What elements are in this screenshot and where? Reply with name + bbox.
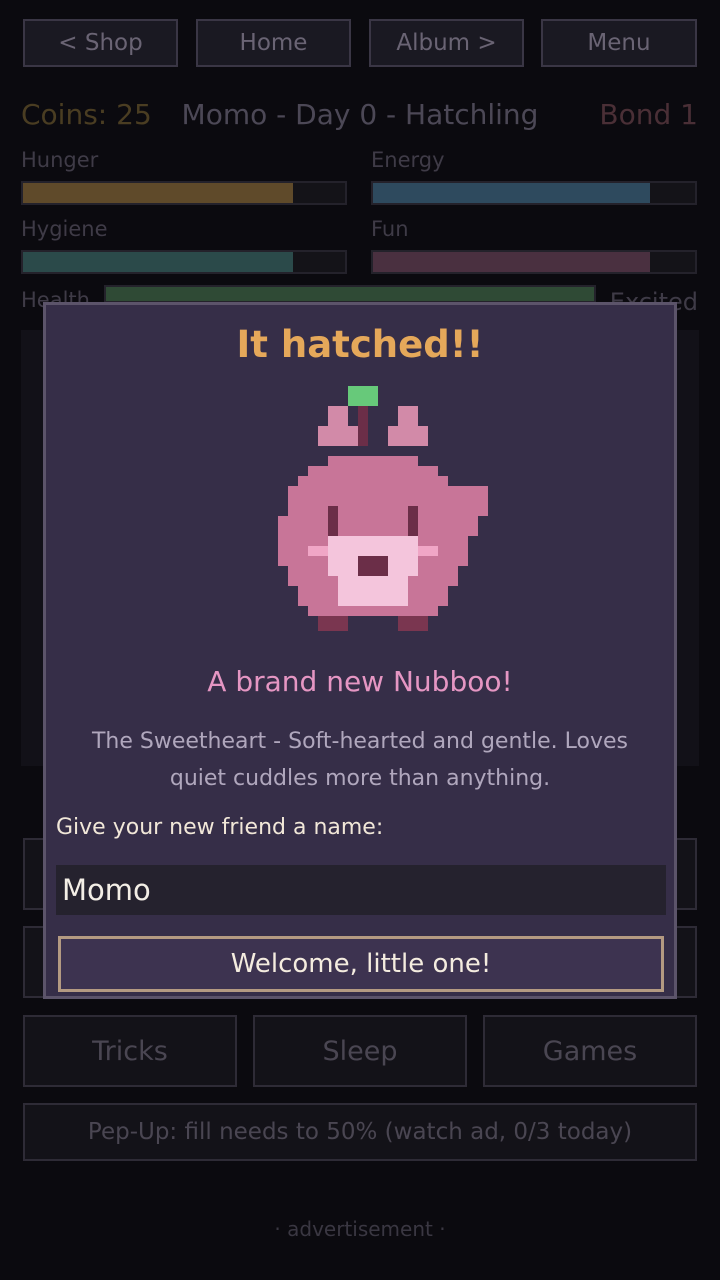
pep-up-button[interactable]: Pep-Up: fill needs to 50% (watch ad, 0/3…	[23, 1103, 697, 1161]
fun-bar	[371, 250, 697, 274]
advertisement-label: · advertisement ·	[274, 1217, 446, 1241]
hatch-dialog: It hatched!! A brand new Nubboo! The Swe…	[43, 302, 677, 999]
welcome-button[interactable]: Welcome, little one!	[58, 936, 664, 992]
energy-label: Energy	[371, 148, 445, 172]
hygiene-bar	[21, 250, 347, 274]
health-bar	[104, 285, 596, 303]
shop-button[interactable]: < Shop	[23, 19, 178, 67]
dialog-subtitle: A brand new Nubboo!	[207, 665, 513, 698]
games-button[interactable]: Games	[483, 1015, 697, 1087]
menu-button[interactable]: Menu	[541, 19, 697, 67]
bond-level: Bond 1	[599, 98, 698, 131]
dialog-title: It hatched!!	[236, 323, 484, 366]
pet-name-input[interactable]	[56, 865, 666, 915]
personality-description: The Sweetheart - Soft-hearted and gentle…	[91, 729, 629, 791]
nubboo-pet-sprite	[278, 386, 488, 631]
name-prompt: Give your new friend a name:	[56, 815, 384, 840]
energy-bar	[371, 181, 697, 205]
tricks-button[interactable]: Tricks	[23, 1015, 237, 1087]
hunger-label: Hunger	[21, 148, 99, 172]
fun-label: Fun	[371, 217, 409, 241]
home-button[interactable]: Home	[196, 19, 351, 67]
hunger-bar	[21, 181, 347, 205]
sleep-button[interactable]: Sleep	[253, 1015, 467, 1087]
hygiene-label: Hygiene	[21, 217, 108, 241]
album-button[interactable]: Album >	[369, 19, 524, 67]
